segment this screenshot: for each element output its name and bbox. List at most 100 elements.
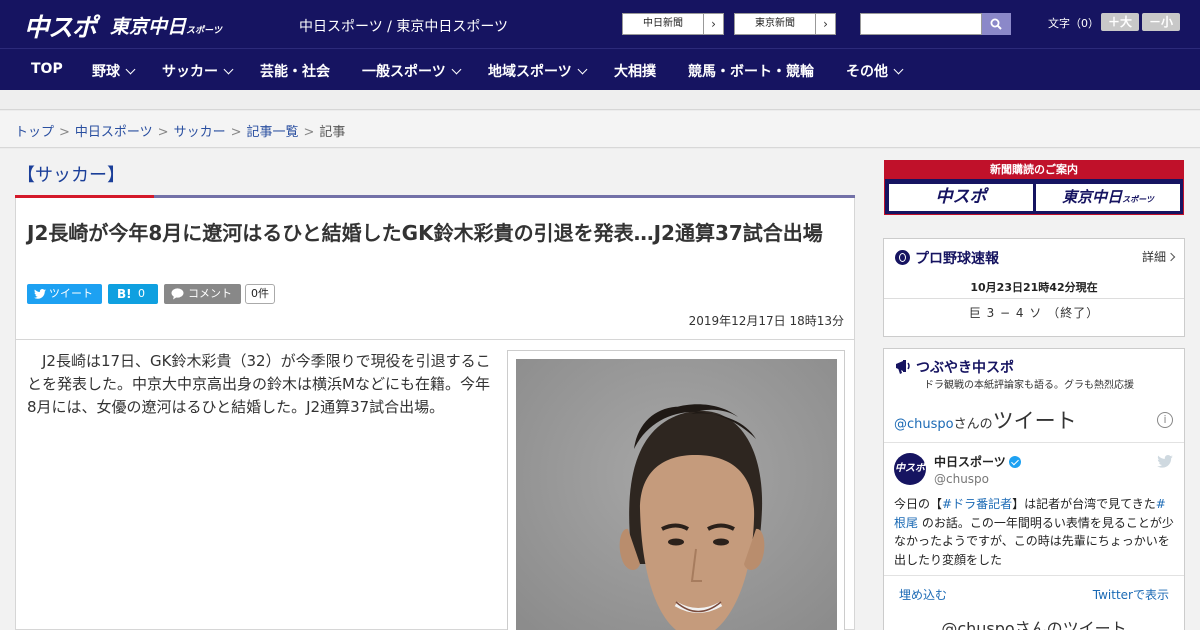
tokyo-shimbun-label: 東京新聞 [755,18,795,29]
breadcrumb-current: 記事 [319,125,346,140]
nav-baseball[interactable]: 野球 [92,61,136,81]
nav-label: その他 [846,64,888,80]
tweet-text: 今日の【#ドラ番記者】は記者が台湾で見てきた#根尾 のお話。この一年間明るい表情… [894,495,1176,569]
hatena-bookmark-button[interactable]: B! 0 [108,284,158,304]
nav-other[interactable]: その他 [846,61,904,81]
twitter-bird-icon[interactable] [1157,455,1173,468]
search-button[interactable] [982,13,1011,35]
embed-link[interactable]: 埋め込む [899,586,947,603]
tweet-text-post: のお話。この一年間明るい表情を見ることが少なかったようですが、この時は先輩にちょ… [894,515,1174,567]
timeline-handle-link[interactable]: @chuspo [894,417,954,432]
timeline-divider [884,442,1184,443]
tweet-author-name[interactable]: 中日スポーツ [934,453,1021,470]
timeline-header-small: さんの [953,417,993,432]
tsubuyaki-subtitle: ドラ観戦の本紙評論家も語る。グラも熱烈応援 [924,380,1134,391]
chunichi-shimbun-link[interactable]: 中日新聞 › [622,13,724,35]
chevron-down-icon [223,64,234,75]
article-date: 2019年12月17日 18時13分 [688,314,844,328]
font-larger-button[interactable]: ＋大 [1101,13,1139,31]
article-header: J2長崎が今年8月に遼河はるひと結婚したGK鈴木彩貴の引退を発表…J2通算37試… [15,198,855,340]
comment-label: コメント [188,287,232,300]
nav-keiba[interactable]: 競馬・ボート・競輪 [688,61,814,81]
breadcrumb: トップ > 中日スポーツ > サッカー > 記事一覧 > 記事 [15,121,345,140]
player-portrait-illustration [516,359,837,630]
comment-count: 0件 [245,284,275,304]
nav-label: 地域スポーツ [488,64,572,80]
site-name-link[interactable]: 中日スポーツ / 東京中日スポーツ [299,16,508,36]
font-smaller-button[interactable]: －小 [1142,13,1180,31]
comment-button[interactable]: コメント [164,284,241,304]
subscription-promo-header: 新聞購読のご案内 [885,161,1183,179]
chuspo-logo[interactable]: 中スポ [24,8,97,44]
chevron-right-icon: › [703,14,723,34]
tweet-button[interactable]: ツイート [27,284,102,304]
view-on-twitter-link[interactable]: Twitterで表示 [1093,586,1169,603]
breadcrumb-chunichi-sports[interactable]: 中日スポーツ [75,125,153,140]
nav-general-sports[interactable]: 一般スポーツ [362,61,462,81]
main-nav: TOP 野球 サッカー 芸能・社会 一般スポーツ 地域スポーツ 大相撲 競馬・ボ… [0,48,1200,90]
chevron-down-icon [577,64,588,75]
chevron-right-icon [1166,252,1176,262]
spacer-band [0,90,1200,110]
promo-tokyo-chunichi-text: 東京中日 [1062,188,1123,206]
info-icon[interactable]: i [1157,412,1173,428]
nav-label: 競馬・ボート・競輪 [688,64,814,80]
article-photo-frame [507,350,845,630]
pro-baseball-details-link[interactable]: 詳細 [1141,248,1176,265]
hatena-icon: B! [117,287,132,301]
twitter-bird-icon [34,289,46,299]
player-portrait-photo[interactable] [516,359,837,630]
account-name: 中日スポーツ [934,455,1006,469]
tsubuyaki-chuspo-widget: つぶやき中スポ ドラ観戦の本紙評論家も語る。グラも熱烈応援 @chuspoさんの… [883,348,1185,630]
promo-tokyo-chunichi-logo: 東京中日スポーツ [1036,184,1180,211]
nav-local-sports[interactable]: 地域スポーツ [488,61,588,81]
nav-label: 芸能・社会 [260,64,330,80]
breadcrumb-separator: > [303,125,315,140]
category-heading: 【サッカー】 [17,165,125,186]
promo-chuspo-logo: 中スポ [889,184,1033,211]
breadcrumb-bar: トップ > 中日スポーツ > サッカー > 記事一覧 > 記事 [0,111,1200,148]
tokyo-chunichi-logo-text: 東京中日 [110,16,187,38]
pro-baseball-title: プロ野球速報 [915,251,999,267]
tweet-label: ツイート [49,287,93,300]
tweet-text-mid: 】は記者が台湾で見てきた [1012,497,1156,511]
timeline-header-big: ツイート [992,409,1077,433]
tokyo-chunichi-logo[interactable]: 東京中日スポーツ [110,12,222,39]
verified-badge-icon [1008,456,1021,468]
game-score[interactable]: 巨 3 − 4 ソ （終了） [884,299,1184,327]
next-timeline-header: @chuspoさんのツイート [941,619,1127,630]
tsubuyaki-title: つぶやき中スポ [916,360,1014,376]
nav-label: 大相撲 [614,64,656,80]
timeline-header: @chuspoさんのツイート [894,405,1077,435]
font-size-label: 文字（0） [1048,17,1099,30]
article-body-text: J2長崎は17日、GK鈴木彩貴（32）が今季限りで現役を引退することを発表した。… [27,352,491,416]
breadcrumb-separator: > [230,125,242,140]
chevron-down-icon [893,64,904,75]
nav-sumo[interactable]: 大相撲 [614,61,656,81]
chunichi-shimbun-label: 中日新聞 [643,18,683,29]
tokyo-shimbun-link[interactable]: 東京新聞 › [734,13,836,35]
breadcrumb-article-list[interactable]: 記事一覧 [247,125,299,140]
main-content: 【サッカー】 J2長崎が今年8月に遼河はるひと結婚したGK鈴木彩貴の引退を発表…… [0,149,1200,630]
search-input[interactable] [860,13,982,35]
hatena-count: 0 [138,287,145,300]
details-label: 詳細 [1141,250,1166,264]
chevron-down-icon [125,64,136,75]
breadcrumb-soccer[interactable]: サッカー [174,125,226,140]
tweet-author-handle[interactable]: @chuspo [934,472,989,486]
nav-soccer[interactable]: サッカー [162,61,234,81]
avatar[interactable]: 中スポ [894,453,926,485]
speech-bubble-icon [171,288,184,300]
site-header: 中スポ 東京中日スポーツ 中日スポーツ / 東京中日スポーツ 中日新聞 › 東京… [0,0,1200,48]
breadcrumb-top[interactable]: トップ [15,125,54,140]
score-timestamp: 10月23日21時42分現在 [884,276,1184,299]
nav-label: 一般スポーツ [362,64,446,80]
tweet-text-pre: 今日の【 [894,497,943,511]
megaphone-icon [896,360,910,374]
subscription-promo-banner[interactable]: 新聞購読のご案内 中スポ 東京中日スポーツ [884,160,1184,215]
nav-top[interactable]: TOP [31,61,63,77]
nav-entertainment[interactable]: 芸能・社会 [260,61,330,81]
nav-label: TOP [31,61,63,77]
hashtag-link[interactable]: #ドラ番記者 [942,497,1012,511]
article-title: J2長崎が今年8月に遼河はるひと結婚したGK鈴木彩貴の引退を発表…J2通算37試… [27,221,823,245]
